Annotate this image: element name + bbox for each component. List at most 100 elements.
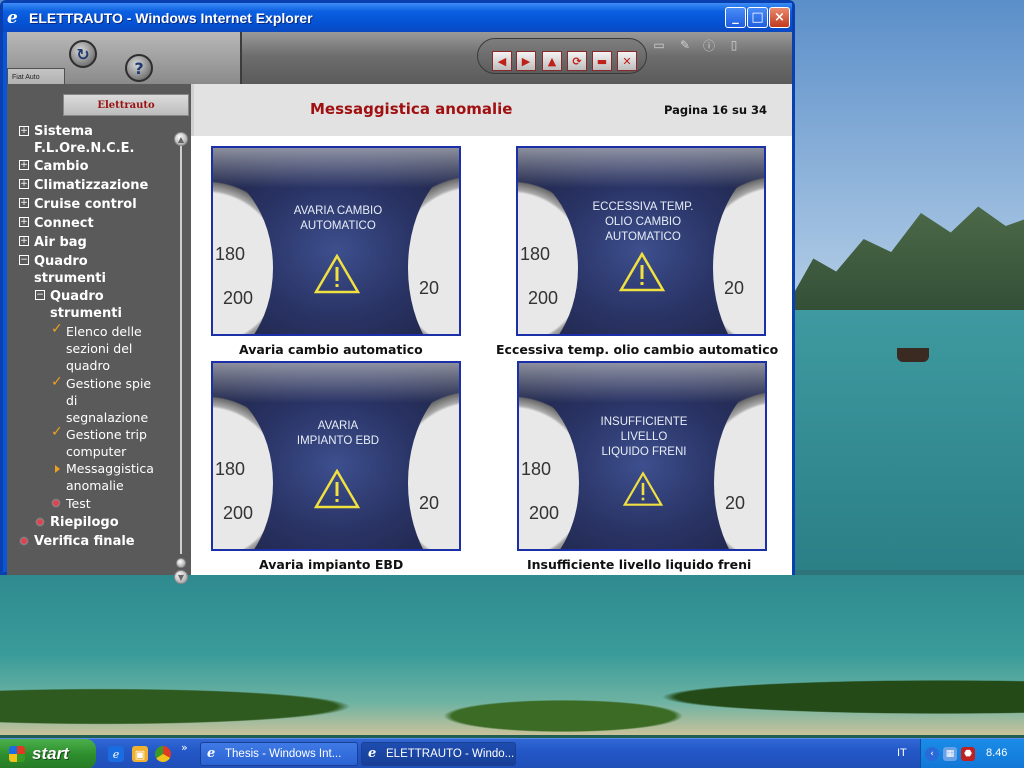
exit-button[interactable]: ✕	[617, 51, 637, 71]
start-button[interactable]: start	[0, 739, 96, 768]
warning-triangle-icon	[623, 471, 663, 506]
collapse-icon[interactable]: −	[35, 290, 45, 300]
tray-expand-icon[interactable]: ‹	[925, 747, 939, 761]
antivirus-icon[interactable]: ⬣	[961, 747, 975, 761]
refresh-round-button[interactable]: ↻	[69, 40, 97, 68]
window-titlebar[interactable]: e ELETTRAUTO - Windows Internet Explorer…	[3, 3, 792, 32]
collapse-icon[interactable]: −	[19, 255, 29, 265]
figure-caption: Eccessiva temp. olio cambio automatico	[496, 342, 779, 357]
taskbar-item-label: ELETTRAUTO - Windo...	[386, 748, 515, 760]
expand-icon[interactable]: +	[19, 179, 29, 189]
figure-caption: Insufficiente livello liquido freni	[527, 557, 752, 572]
check-icon: ✓	[51, 424, 63, 440]
tree-item-riepilogo[interactable]: Riepilogo	[50, 514, 119, 531]
display-line: LIQUIDO FRENI	[601, 446, 687, 458]
refresh-icon: ↻	[76, 44, 90, 64]
scroll-down-icon[interactable]: ▼	[174, 570, 188, 584]
tree-leaf-gestione-spie[interactable]: Gestione spie di segnalazione	[66, 375, 161, 426]
expand-icon[interactable]: +	[19, 217, 29, 227]
browser-window: e ELETTRAUTO - Windows Internet Explorer…	[0, 0, 795, 584]
document-icon[interactable]: ▯	[724, 36, 744, 54]
media-quicklaunch-icon[interactable]: ▣	[132, 746, 148, 762]
tree-leaf-test[interactable]: Test	[66, 495, 91, 512]
gauge-number: 200	[223, 503, 254, 523]
tree-item-cruise-control[interactable]: Cruise control	[34, 196, 137, 213]
language-indicator[interactable]: IT	[897, 747, 907, 759]
content-header: Messaggistica anomalie Pagina 16 su 34	[191, 84, 792, 136]
tree-leaf-gestione-trip[interactable]: Gestione trip computer	[66, 426, 161, 460]
ie-icon: e	[368, 746, 377, 761]
ie-quicklaunch-icon[interactable]: e	[108, 746, 124, 762]
tree-item-connect[interactable]: Connect	[34, 215, 94, 232]
network-icon[interactable]: ▦	[943, 747, 957, 761]
maximize-button[interactable]: □	[747, 7, 768, 28]
first-page-button[interactable]: ▲	[542, 51, 562, 71]
chat-icon[interactable]: ▭	[649, 36, 669, 54]
figure-caption: Avaria impianto EBD	[259, 557, 404, 572]
taskbar-item-thesis[interactable]: e Thesis - Windows Int...	[200, 742, 358, 766]
help-button[interactable]: ?	[125, 54, 153, 82]
start-label: start	[32, 744, 69, 763]
minimize-button[interactable]: _	[725, 7, 746, 28]
warning-triangle-icon	[314, 254, 360, 294]
tree-subitem-quadro-strumenti[interactable]: Quadro strumenti	[50, 288, 145, 322]
expand-icon[interactable]: +	[19, 198, 29, 208]
gauge-number: 20	[724, 278, 745, 298]
display-line: OLIO CAMBIO	[604, 216, 682, 228]
dot-icon	[21, 538, 27, 544]
chrome-quicklaunch-icon[interactable]	[155, 746, 171, 762]
display-line: AVARIA CAMBIO	[293, 205, 383, 217]
gauge-number: 20	[725, 493, 746, 513]
tree-item-climatizzazione[interactable]: Climatizzazione	[34, 177, 148, 194]
image-gloss	[518, 148, 764, 188]
taskbar-item-label: Thesis - Windows Int...	[225, 748, 342, 760]
taskbar: start e ▣ » e Thesis - Windows Int... e …	[0, 738, 1024, 768]
scroll-up-icon[interactable]: ▲	[174, 132, 188, 146]
dashboard-image: 180 200 20 AVARIA IMPIANTO EBD	[211, 361, 461, 551]
next-page-button[interactable]: ▶	[516, 51, 536, 71]
taskbar-item-elettrauto[interactable]: e ELETTRAUTO - Windo...	[361, 742, 516, 766]
close-button[interactable]: ×	[769, 7, 790, 28]
tree-item-quadro-strumenti[interactable]: Quadro strumenti	[34, 253, 129, 287]
wallpaper-boat	[897, 348, 929, 362]
tools-icon[interactable]: ✎	[675, 36, 695, 54]
expand-icon[interactable]: +	[19, 236, 29, 246]
expand-icon[interactable]: +	[19, 126, 29, 136]
display-line: AUTOMATICO	[300, 220, 376, 232]
main-content: Messaggistica anomalie Pagina 16 su 34 1…	[191, 84, 792, 575]
info-icon[interactable]: ⓘ	[699, 36, 719, 54]
tree-item-air-bag[interactable]: Air bag	[34, 234, 87, 251]
check-icon: ✓	[51, 374, 63, 390]
gauge-number: 180	[215, 244, 246, 264]
display-message: AVARIA IMPIANTO EBD	[253, 419, 423, 449]
clock: 8.46	[986, 747, 1008, 759]
section-tag: Elettrauto	[63, 94, 189, 116]
sidebar-scroll-track[interactable]	[180, 134, 182, 554]
display-line: IMPIANTO EBD	[296, 435, 380, 447]
navigation-controls: ◀ ▶ ▲ ⟳ ▬ ✕	[477, 38, 647, 74]
tree-leaf-elenco-sezioni[interactable]: Elenco delle sezioni del quadro	[66, 323, 161, 374]
window-title: ELETTRAUTO - Windows Internet Explorer	[29, 9, 313, 26]
gauge-number: 20	[419, 278, 440, 298]
page-title: Messaggistica anomalie	[310, 100, 513, 118]
expand-icon[interactable]: +	[19, 160, 29, 170]
warning-triangle-icon	[314, 469, 360, 509]
reload-page-button[interactable]: ⟳	[567, 51, 587, 71]
ie-icon: e	[207, 746, 216, 761]
quicklaunch-overflow-icon[interactable]: »	[181, 741, 188, 754]
display-message: AVARIA CAMBIO AUTOMATICO	[253, 204, 423, 234]
tree-item-sistema[interactable]: Sistema F.L.Ore.N.C.E.	[34, 123, 164, 157]
warning-triangle-icon	[619, 252, 665, 292]
dashboard-image: 180 200 20 AVARIA CAMBIO AUTOMATICO	[211, 146, 461, 336]
display-line: AUTOMATICO	[605, 231, 681, 243]
prev-page-button[interactable]: ◀	[492, 51, 512, 71]
print-button[interactable]: ▬	[592, 51, 612, 71]
tree-leaf-messaggistica[interactable]: Messaggistica anomalie	[66, 460, 166, 494]
dashboard-image: 180 200 20 INSUFFICIENTE LIVELLO LIQUIDO…	[517, 361, 767, 551]
scroll-thumb[interactable]	[176, 558, 186, 568]
display-line: LIVELLO	[620, 431, 668, 443]
tree-item-cambio[interactable]: Cambio	[34, 158, 89, 175]
tree-item-verifica-finale[interactable]: Verifica finale	[34, 533, 135, 550]
system-tray: ‹ ▦ ⬣ 8.46	[920, 739, 1024, 768]
display-line: INSUFFICIENTE	[600, 416, 688, 428]
